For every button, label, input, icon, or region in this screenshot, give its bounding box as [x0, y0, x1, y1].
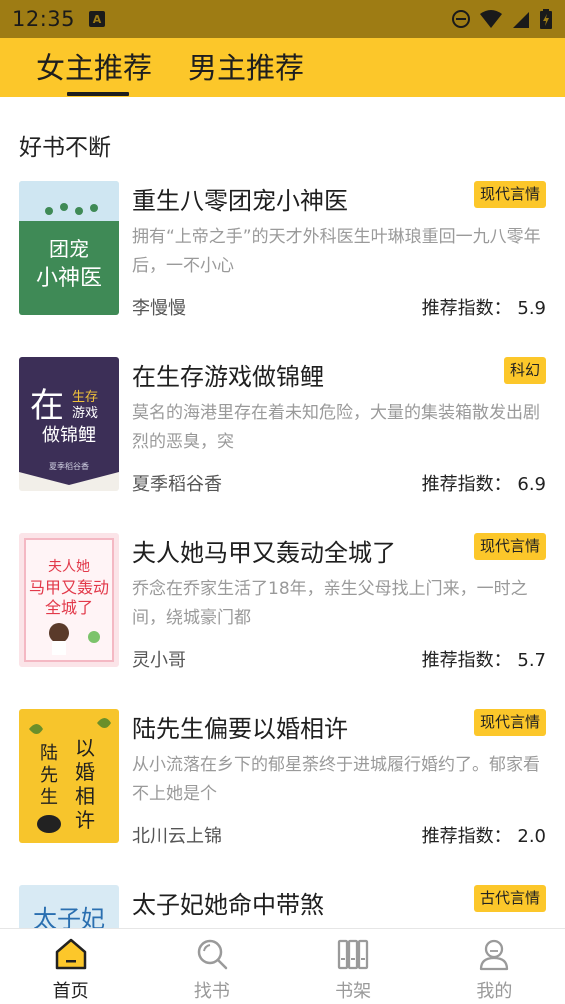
genre-tag: 现代言情	[473, 533, 546, 560]
nav-bookshelf-label: 书架	[335, 981, 372, 1002]
nav-home[interactable]: 首页	[0, 929, 141, 1004]
svg-text:太子妃: 太子妃	[33, 905, 105, 928]
tab-male-recommend[interactable]: 男主推荐	[188, 50, 304, 86]
recommend-score: 推荐指数： 5.9	[421, 298, 546, 319]
book-item[interactable]: 团宠 小神医 重生八零团宠小神医 现代言情 拥有“上帝之手”的天才外科医生叶琳琅…	[0, 181, 565, 331]
book-item[interactable]: 陆 先 生 以 婚 相 许 陆先生偏要以婚相许 现代言情 从小流落在乡下的郁星荼…	[0, 709, 565, 859]
search-icon	[197, 939, 228, 970]
book-description: 从小流落在乡下的郁星荼终于进城履行婚约了。郁家看不上她是个	[132, 755, 540, 804]
book-cover: 在 生存 游戏 做锦鲤 夏季稻谷香	[19, 357, 119, 491]
book-author: 夏季稻谷香	[132, 474, 222, 495]
book-description: 莫名的海港里存在着未知危险，大量的集装箱散发出剧烈的恶臭，突	[132, 403, 540, 452]
book-title: 太子妃她命中带煞	[132, 891, 324, 919]
book-cover: 夫人她 马甲又轰动 全城了	[19, 533, 119, 667]
bookshelf-icon	[337, 939, 369, 970]
book-cover: 太子妃	[19, 885, 119, 928]
book-description: 拥有“上帝之手”的天才外科医生叶琳琅重回一九八零年后，一不小心	[132, 227, 541, 276]
book-title: 陆先生偏要以婚相许	[132, 715, 348, 743]
book-title: 夫人她马甲又轰动全城了	[132, 539, 396, 567]
book-author: 北川云上锦	[132, 826, 222, 847]
svg-text:小神医: 小神医	[36, 266, 102, 291]
genre-tag: 古代言情	[473, 885, 546, 912]
svg-text:夫人她: 夫人她	[48, 559, 90, 575]
svg-text:游戏: 游戏	[72, 406, 98, 421]
svg-text:生存: 生存	[72, 390, 98, 405]
svg-text:生: 生	[40, 787, 58, 808]
svg-text:先: 先	[40, 765, 58, 786]
status-icons	[451, 8, 553, 30]
svg-text:马甲又轰动: 马甲又轰动	[29, 578, 109, 597]
book-cover: 陆 先 生 以 婚 相 许	[19, 709, 119, 843]
book-description: 乔念在乔家生活了18年，亲生父母找上门来，一时之间，绕城豪门都	[132, 579, 528, 628]
nav-find-books[interactable]: 找书	[141, 929, 282, 1004]
genre-tag: 现代言情	[473, 709, 546, 736]
book-title: 重生八零团宠小神医	[132, 187, 348, 215]
svg-text:全城了: 全城了	[45, 598, 93, 617]
book-item[interactable]: 在 生存 游戏 做锦鲤 夏季稻谷香 在生存游戏做锦鲤 科幻 莫名的海港里存在着未…	[0, 357, 565, 507]
channel-tabs: 女主推荐 男主推荐	[0, 38, 565, 97]
notification-icon: A	[89, 11, 106, 27]
wifi-icon	[480, 10, 502, 28]
svg-text:婚: 婚	[75, 760, 95, 784]
section-title: 好书不断	[19, 135, 111, 161]
nav-find-books-label: 找书	[193, 981, 230, 1002]
do-not-disturb-icon	[452, 10, 470, 28]
bottom-navigation: 首页 找书 书架 我的	[0, 928, 565, 1004]
home-icon	[55, 938, 86, 970]
genre-tag: 现代言情	[473, 181, 546, 208]
nav-profile-label: 我的	[476, 981, 513, 1002]
status-bar: 12:35 A	[0, 0, 565, 38]
svg-text:夏季稻谷香: 夏季稻谷香	[49, 461, 89, 471]
profile-icon	[480, 939, 509, 971]
svg-text:在: 在	[30, 386, 64, 426]
active-tab-indicator	[67, 92, 129, 96]
recommend-score: 推荐指数： 2.0	[421, 826, 546, 847]
battery-icon	[540, 9, 552, 29]
svg-text:做锦鲤: 做锦鲤	[42, 425, 96, 446]
recommend-score: 推荐指数： 6.9	[421, 474, 546, 495]
book-title: 在生存游戏做锦鲤	[132, 363, 324, 391]
book-author: 灵小哥	[132, 650, 186, 671]
nav-profile[interactable]: 我的	[424, 929, 565, 1004]
svg-text:许: 许	[75, 808, 95, 832]
svg-text:以: 以	[75, 736, 95, 760]
genre-tag: 科幻	[503, 357, 546, 384]
signal-icon	[513, 12, 529, 28]
book-author: 李慢慢	[132, 298, 186, 319]
svg-text:陆: 陆	[40, 743, 58, 764]
nav-home-label: 首页	[52, 981, 89, 1002]
svg-text:团宠: 团宠	[49, 237, 89, 261]
book-cover: 团宠 小神医	[19, 181, 119, 315]
book-item[interactable]: 太子妃 太子妃她命中带煞 古代言情	[0, 885, 565, 928]
status-time: 12:35	[12, 7, 76, 31]
recommend-score: 推荐指数： 5.7	[421, 650, 546, 671]
tab-female-recommend[interactable]: 女主推荐	[36, 50, 152, 86]
book-item[interactable]: 夫人她 马甲又轰动 全城了 夫人她马甲又轰动全城了 现代言情 乔念在乔家生活了1…	[0, 533, 565, 683]
svg-text:相: 相	[75, 784, 95, 808]
nav-bookshelf[interactable]: 书架	[283, 929, 424, 1004]
